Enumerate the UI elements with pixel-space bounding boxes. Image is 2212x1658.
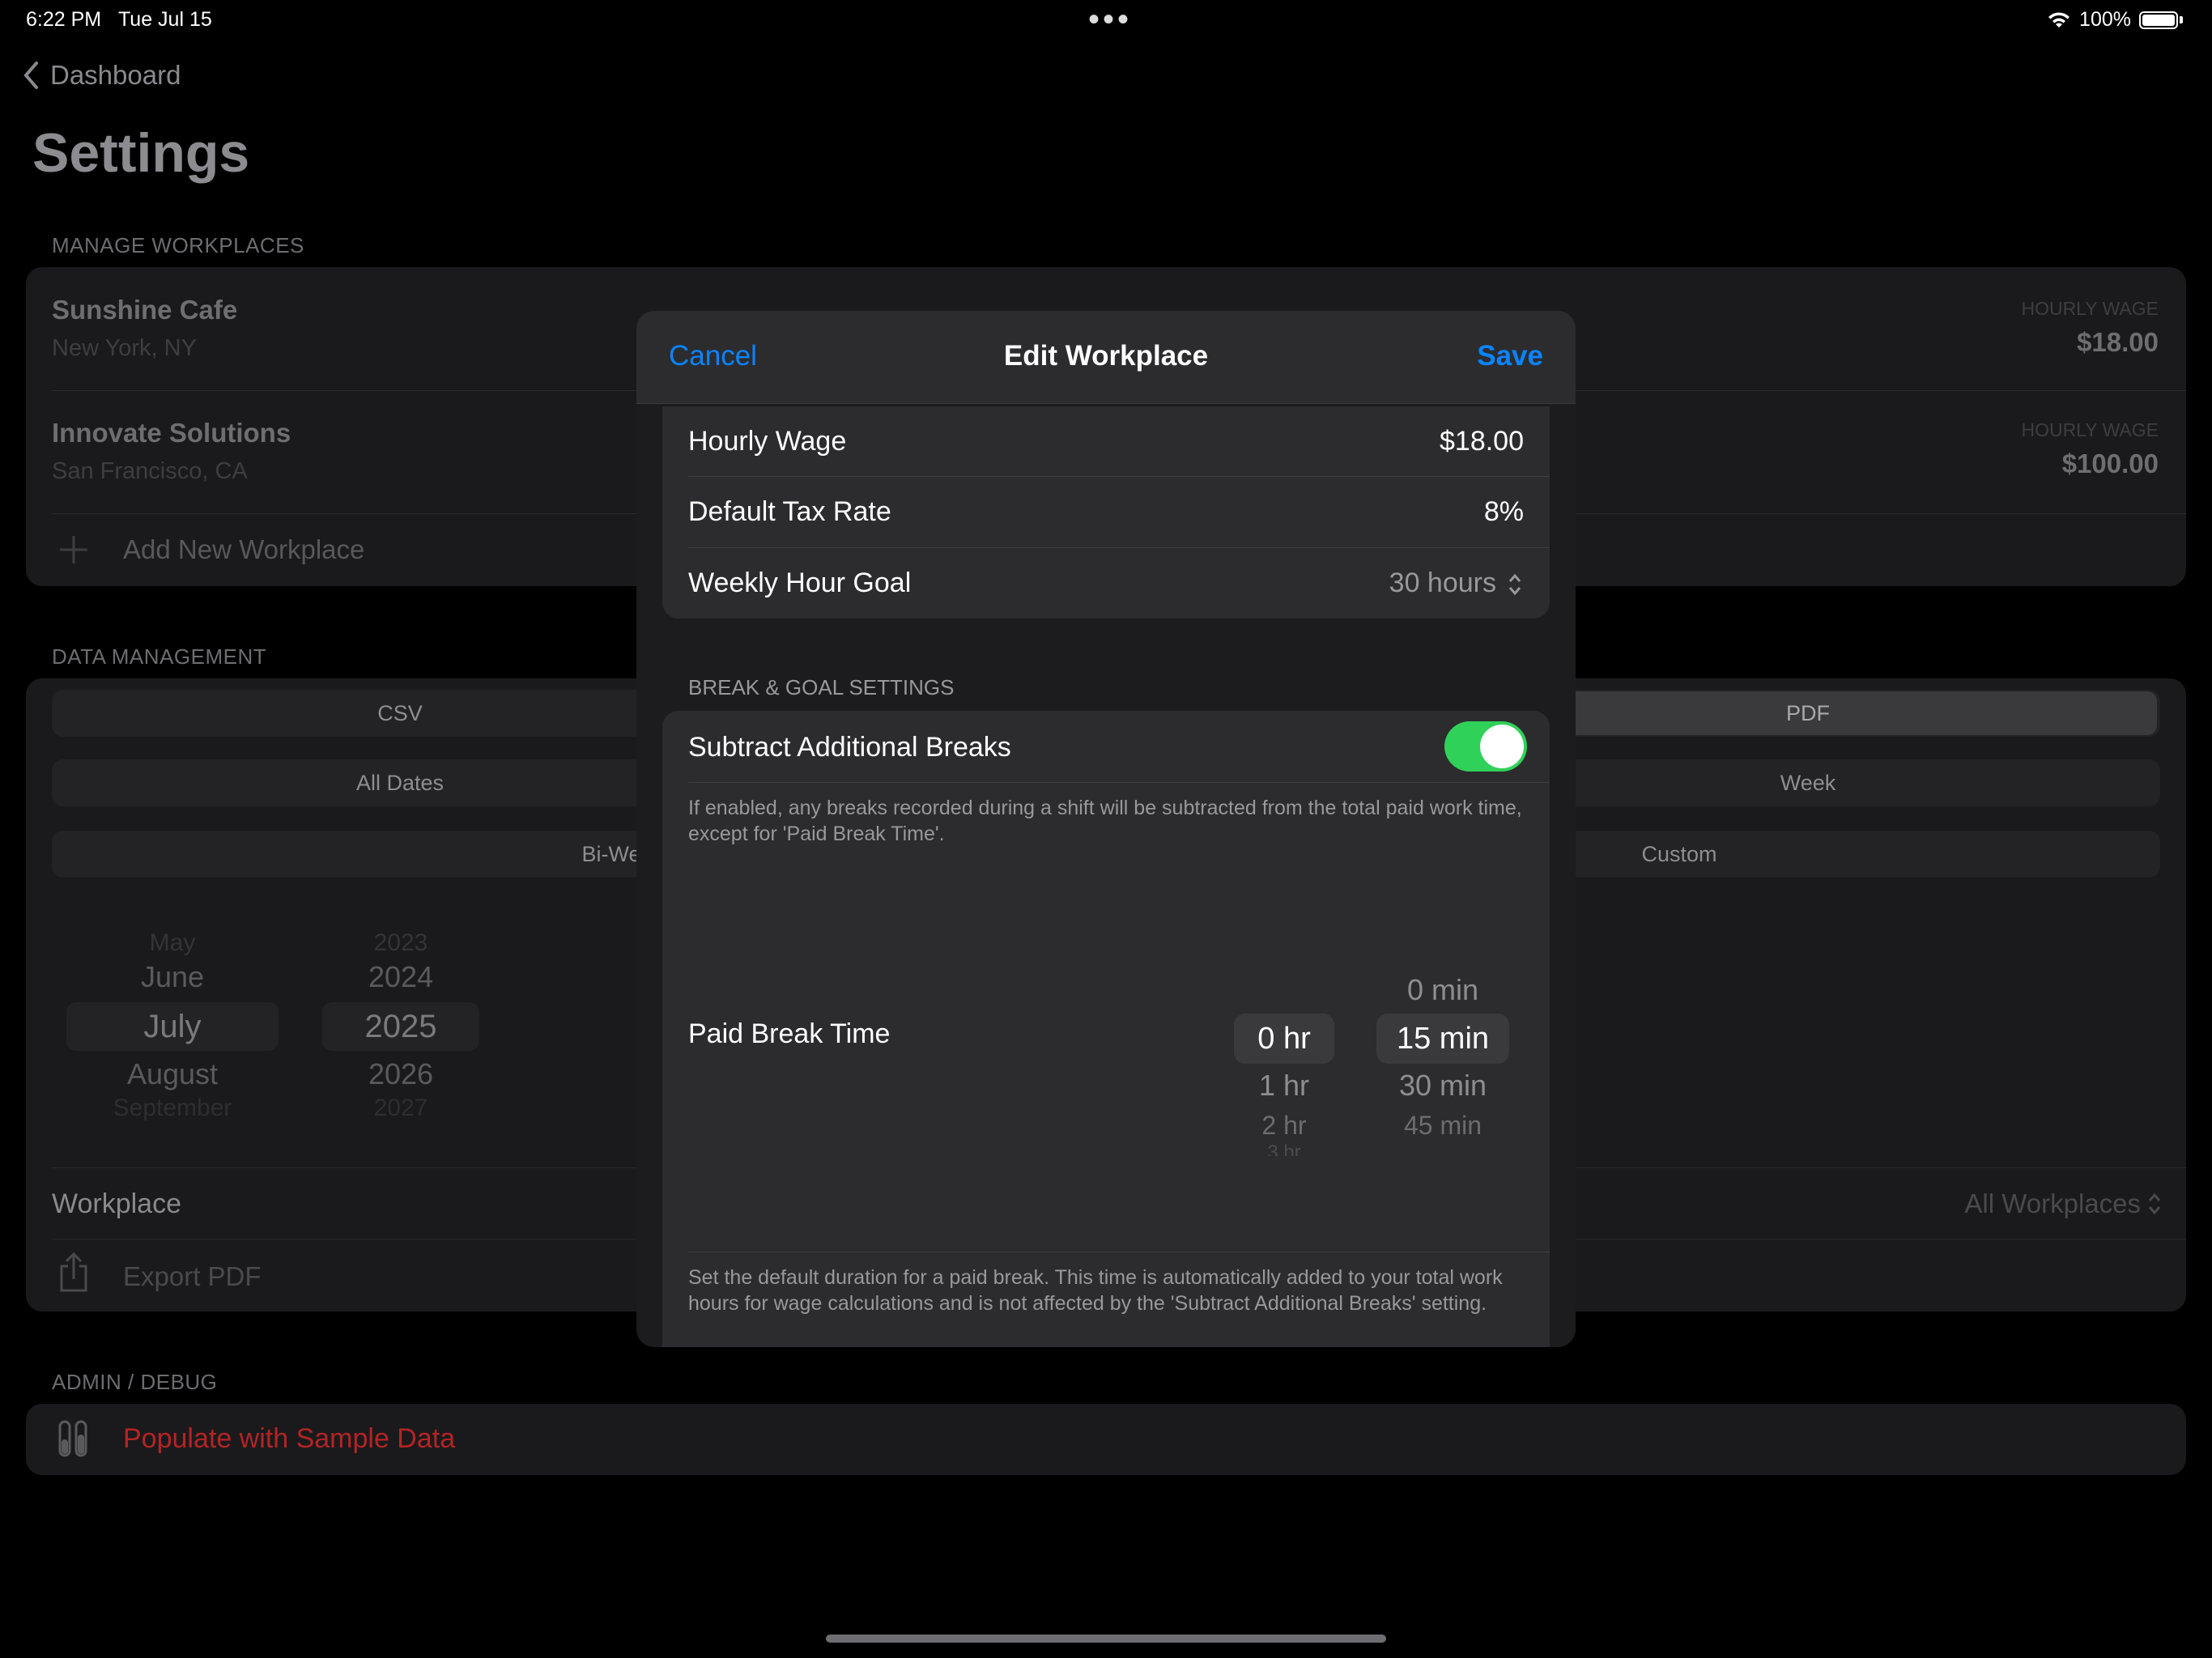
wheel-year: 2026 [368, 1057, 434, 1090]
sheet-header: Cancel Edit Workplace Save [636, 311, 1576, 404]
populate-sample-data-button[interactable]: Populate with Sample Data [26, 1404, 2186, 1475]
share-icon [60, 1252, 87, 1292]
paid-break-footer: Set the default duration for a paid brea… [688, 1266, 1503, 1315]
tax-rate-row[interactable]: Default Tax Rate 8% [662, 477, 1550, 546]
toggle-knob [1480, 725, 1524, 768]
wheel-year: 2024 [368, 960, 434, 993]
minute-option-selected: 15 min [1396, 1022, 1490, 1056]
workplace-name: Innovate Solutions [52, 418, 291, 448]
status-right: 100% [2047, 8, 2183, 32]
wage-label: HOURLY WAGE [2021, 298, 2159, 319]
wage-label: HOURLY WAGE [2021, 419, 2159, 440]
break-settings-header: BREAK & GOAL SETTINGS [688, 675, 955, 699]
wheel-month: August [126, 1057, 219, 1090]
subtract-breaks-footer: If enabled, any breaks recorded during a… [688, 797, 1522, 845]
subtract-breaks-label: Subtract Additional Breaks [688, 732, 1011, 763]
weekly-goal-value: 30 hours [1389, 568, 1496, 598]
chevron-left-icon [23, 62, 38, 89]
page-title: Settings [32, 122, 250, 184]
save-button[interactable]: Save [1477, 340, 1543, 372]
plus-icon [60, 536, 87, 563]
admin-header: ADMIN / DEBUG [52, 1370, 218, 1394]
hour-option-selected: 0 hr [1257, 1022, 1311, 1056]
wheel-month: September [113, 1095, 232, 1121]
wage-value: $18.00 [2077, 327, 2159, 357]
paid-break-footer-area: Set the default duration for a paid brea… [662, 1253, 1550, 1347]
manage-workplaces-header: MANAGE WORKPLACES [52, 233, 304, 257]
wage-group: Hourly Wage $18.00 Default Tax Rate 8% W… [662, 406, 1550, 619]
minute-option: 0 min [1406, 973, 1479, 1006]
multitasking-dots-icon[interactable]: ••• [1088, 2, 1132, 38]
wheel-year-selected: 2025 [364, 1009, 437, 1044]
divider [688, 782, 1550, 783]
test-tubes-icon [58, 1420, 87, 1457]
export-label: Export PDF [123, 1261, 262, 1291]
minute-picker-wheel[interactable]: 0 min 15 min 30 min 45 min [1376, 900, 1509, 1151]
chevron-up-down-icon [2148, 1192, 2161, 1215]
admin-card: Populate with Sample Data [26, 1404, 2186, 1475]
wheel-month: May [149, 929, 196, 956]
wage-value: $100.00 [2061, 449, 2159, 478]
minute-option: 30 min [1398, 1069, 1487, 1102]
hourly-wage-row[interactable]: Hourly Wage $18.00 [662, 406, 1550, 476]
hour-option: 2 hr [1261, 1111, 1307, 1140]
battery-icon [2139, 11, 2178, 29]
populate-label: Populate with Sample Data [123, 1423, 456, 1454]
hour-option: 3 hr [1267, 1141, 1301, 1156]
back-button[interactable]: Dashboard [23, 60, 181, 91]
subtract-breaks-row: Subtract Additional Breaks [662, 711, 1550, 782]
subtract-breaks-toggle[interactable] [1444, 721, 1527, 772]
workplace-location: New York, NY [52, 335, 197, 361]
hourly-wage-value: $18.00 [1440, 426, 1524, 457]
chevron-up-down-icon [1508, 573, 1521, 596]
paid-break-label: Paid Break Time [688, 1018, 891, 1049]
battery-cap [2180, 16, 2183, 23]
edit-workplace-sheet: Cancel Edit Workplace Save Hourly Wage $… [636, 311, 1576, 1347]
data-management-header: DATA MANAGEMENT [52, 644, 267, 669]
status-bar: 6:22 PM Tue Jul 15 ••• 100% [0, 0, 2212, 39]
wheel-month: June [140, 960, 205, 993]
workplace-location: San Francisco, CA [52, 458, 248, 484]
tax-rate-label: Default Tax Rate [688, 496, 891, 527]
year-wheel[interactable]: 2023 2024 2025 2026 2027 [322, 921, 479, 1121]
sheet-title: Edit Workplace [1003, 340, 1209, 372]
minute-option: 45 min [1403, 1111, 1482, 1140]
battery-percent: 100% [2079, 8, 2131, 31]
workplace-label: Workplace [52, 1188, 181, 1219]
tax-rate-value: 8% [1483, 496, 1524, 527]
hour-picker-wheel[interactable]: 0 hr 1 hr 2 hr 3 hr [1234, 949, 1334, 1156]
status-time: 6:22 PM Tue Jul 15 [26, 8, 212, 31]
workplace-name: Sunshine Cafe [52, 295, 238, 325]
month-wheel[interactable]: May June July August September [66, 921, 279, 1121]
wifi-icon [2048, 11, 2070, 28]
hourly-wage-label: Hourly Wage [688, 426, 847, 457]
weekly-goal-row[interactable]: Weekly Hour Goal 30 hours [662, 548, 1550, 618]
workplace-value: All Workplaces [1964, 1188, 2141, 1218]
home-indicator[interactable] [826, 1635, 1386, 1643]
back-label: Dashboard [50, 60, 181, 90]
wheel-month-selected: July [143, 1009, 202, 1044]
wheel-year: 2027 [373, 1095, 428, 1121]
weekly-goal-label: Weekly Hour Goal [688, 568, 912, 598]
hour-option: 1 hr [1258, 1069, 1310, 1102]
wheel-year: 2023 [373, 929, 428, 956]
add-workplace-label: Add New Workplace [123, 534, 365, 564]
paid-break-row: Paid Break Time 0 hr 1 hr 2 hr 3 hr 0 mi… [662, 852, 1550, 1253]
